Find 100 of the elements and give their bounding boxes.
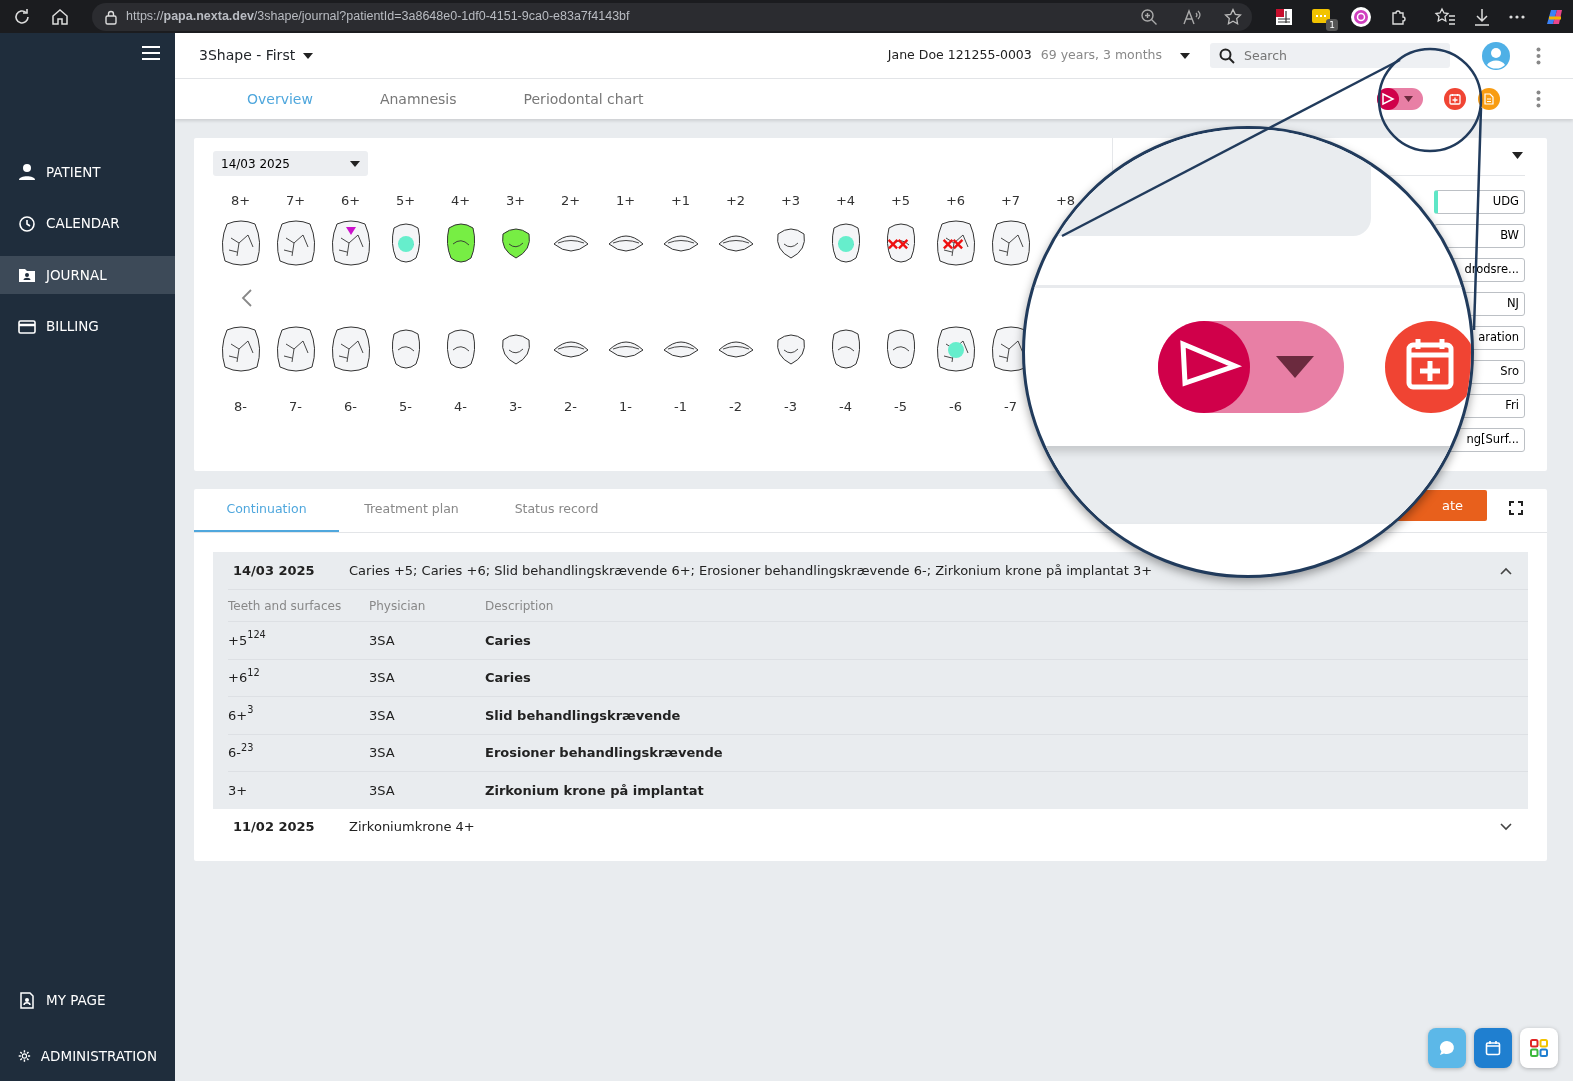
- table-cell: +5$^{124}$: [228, 621, 369, 659]
- tooth-number: -3: [784, 398, 797, 417]
- tooth-number: 4+: [450, 192, 471, 211]
- tooth-number: -4: [839, 398, 852, 417]
- caret-icon: [350, 160, 360, 167]
- tooth-number: 1+: [615, 192, 636, 211]
- tooth-number: +8: [1055, 192, 1076, 211]
- play-icon: [1158, 321, 1252, 413]
- table-cell: Caries: [485, 621, 1528, 659]
- lock-icon: [104, 8, 118, 25]
- clinic-selector[interactable]: 3Shape - First: [199, 45, 314, 66]
- menu-icon[interactable]: [141, 45, 161, 61]
- address-bar[interactable]: https://papa.nexta.dev/3shape/journal?patientId=3a8648e0-1df0-4151-9ca0-e83a7f4143bf: [92, 2, 1252, 31]
- sidebar-item[interactable]: BILLING: [0, 307, 175, 346]
- tooth-number: 6+: [340, 192, 361, 211]
- apps-icon: [1530, 1039, 1548, 1057]
- tooth-number: 1-: [619, 398, 632, 417]
- entry-summary: Zirkoniumkrone 4+: [349, 818, 475, 837]
- tooth-number: 8+: [230, 192, 251, 211]
- entry-date: 11/02 2025: [233, 818, 316, 837]
- reload-icon[interactable]: [12, 6, 32, 27]
- table-cell: Slid behandlingskrævende: [485, 696, 1528, 734]
- table-cell: 6-$^{23}$: [228, 733, 369, 771]
- tab[interactable]: Status record: [484, 488, 629, 532]
- chevron-down-icon[interactable]: [1500, 823, 1512, 831]
- filter-button[interactable]: BW: [1434, 224, 1525, 248]
- tab[interactable]: Periodontal chart: [523, 88, 644, 110]
- table-cell: Zirkonium krone på implantat: [485, 771, 1528, 809]
- calendar-plus-icon: [1449, 93, 1461, 105]
- fullscreen-icon[interactable]: [1509, 501, 1523, 515]
- tooth-number: 8-: [234, 398, 247, 417]
- caret-icon[interactable]: [1512, 152, 1523, 159]
- tooth-number: +2: [725, 192, 746, 211]
- tooth-number: 5-: [399, 398, 412, 417]
- settings-icon: [18, 1047, 31, 1065]
- more-icon[interactable]: [1508, 13, 1526, 20]
- apps-button[interactable]: [1520, 1028, 1558, 1068]
- table-cell: 3SA: [369, 696, 485, 734]
- play-icon: [1377, 88, 1399, 110]
- filter-button[interactable]: UDG: [1434, 190, 1525, 214]
- sidebar-item[interactable]: PATIENT: [0, 153, 175, 191]
- tooth-number: -7: [1004, 398, 1017, 417]
- patient-name: Jane Doe 121255-0003: [887, 46, 1032, 65]
- card-icon: [18, 317, 36, 336]
- calendar-add-button[interactable]: [1444, 88, 1466, 110]
- document-icon: [1484, 93, 1494, 105]
- home-icon[interactable]: [50, 6, 70, 27]
- search-field[interactable]: Search: [1210, 43, 1450, 68]
- caret-icon: [303, 52, 314, 59]
- calendar-button[interactable]: [1474, 1028, 1512, 1068]
- tooth-number: 6-: [344, 398, 357, 417]
- table-cell: 6+$^{3}$: [228, 696, 369, 734]
- tooth-number: 4-: [454, 398, 467, 417]
- column-header: Description: [485, 589, 1528, 621]
- tooth-number: +4: [835, 192, 856, 211]
- extension-icon[interactable]: [1274, 6, 1294, 27]
- clock-icon: [18, 214, 36, 233]
- column-header: Physician: [369, 589, 485, 621]
- tab[interactable]: Treatment plan: [339, 488, 484, 532]
- tooth-number: +3: [780, 192, 801, 211]
- sidebar-item[interactable]: ADMINISTRATION: [0, 1037, 175, 1075]
- tab[interactable]: Anamnesis: [379, 88, 457, 110]
- table-cell: +6$^{12}$: [228, 658, 369, 696]
- caret-icon: [1404, 96, 1413, 102]
- tooth-number: -5: [894, 398, 907, 417]
- calendar-plus-icon: [1383, 321, 1471, 413]
- table-cell: 3SA: [369, 733, 485, 771]
- tooth-number: +6: [945, 192, 966, 211]
- tooth-number: 3+: [505, 192, 526, 211]
- table-cell: 3SA: [369, 658, 485, 696]
- patient-age: 69 years, 3 months: [1040, 46, 1162, 65]
- tooth-number: 2+: [560, 192, 581, 211]
- tooth-number: -2: [729, 398, 742, 417]
- tooth-number: -1: [674, 398, 687, 417]
- document-button[interactable]: [1478, 88, 1500, 110]
- table-cell: 3+: [228, 771, 369, 809]
- send-split-button[interactable]: [1377, 88, 1423, 110]
- journal-entry-header[interactable]: 14/03 2025 Caries +5; Caries +6; Slid behandlingskrævende 6+; Erosioner behandlingskrævende 6-; Zirkonium krone på implantat 3+: [213, 552, 1528, 589]
- chevron-left-icon[interactable]: [241, 288, 253, 308]
- tooth-number: 2-: [564, 398, 577, 417]
- extension-icon[interactable]: [1350, 5, 1372, 28]
- badge-icon: [18, 991, 36, 1009]
- table-cell: Erosioner behandlingskrævende: [485, 733, 1528, 771]
- zoom-icon[interactable]: [1140, 7, 1158, 26]
- chat-icon: [1438, 1039, 1456, 1057]
- search-icon: [1219, 48, 1235, 64]
- tooth-number: 3-: [509, 398, 522, 417]
- sidebar-item[interactable]: JOURNAL: [0, 256, 175, 294]
- star-icon[interactable]: [1224, 7, 1242, 26]
- date-select[interactable]: 14/03 2025: [213, 151, 368, 176]
- read-aloud-icon[interactable]: [1182, 7, 1202, 26]
- tooth-number: 5+: [395, 192, 416, 211]
- tooth-number: 7+: [285, 192, 306, 211]
- chevron-up-icon[interactable]: [1500, 566, 1512, 575]
- sidebar-item[interactable]: CALENDAR: [0, 204, 175, 243]
- caret-icon[interactable]: [1180, 52, 1190, 59]
- caret-icon: [1276, 356, 1314, 378]
- download-icon[interactable]: [1473, 6, 1491, 27]
- favorites-icon[interactable]: [1434, 6, 1456, 27]
- sidebar-item[interactable]: MY PAGE: [0, 981, 175, 1019]
